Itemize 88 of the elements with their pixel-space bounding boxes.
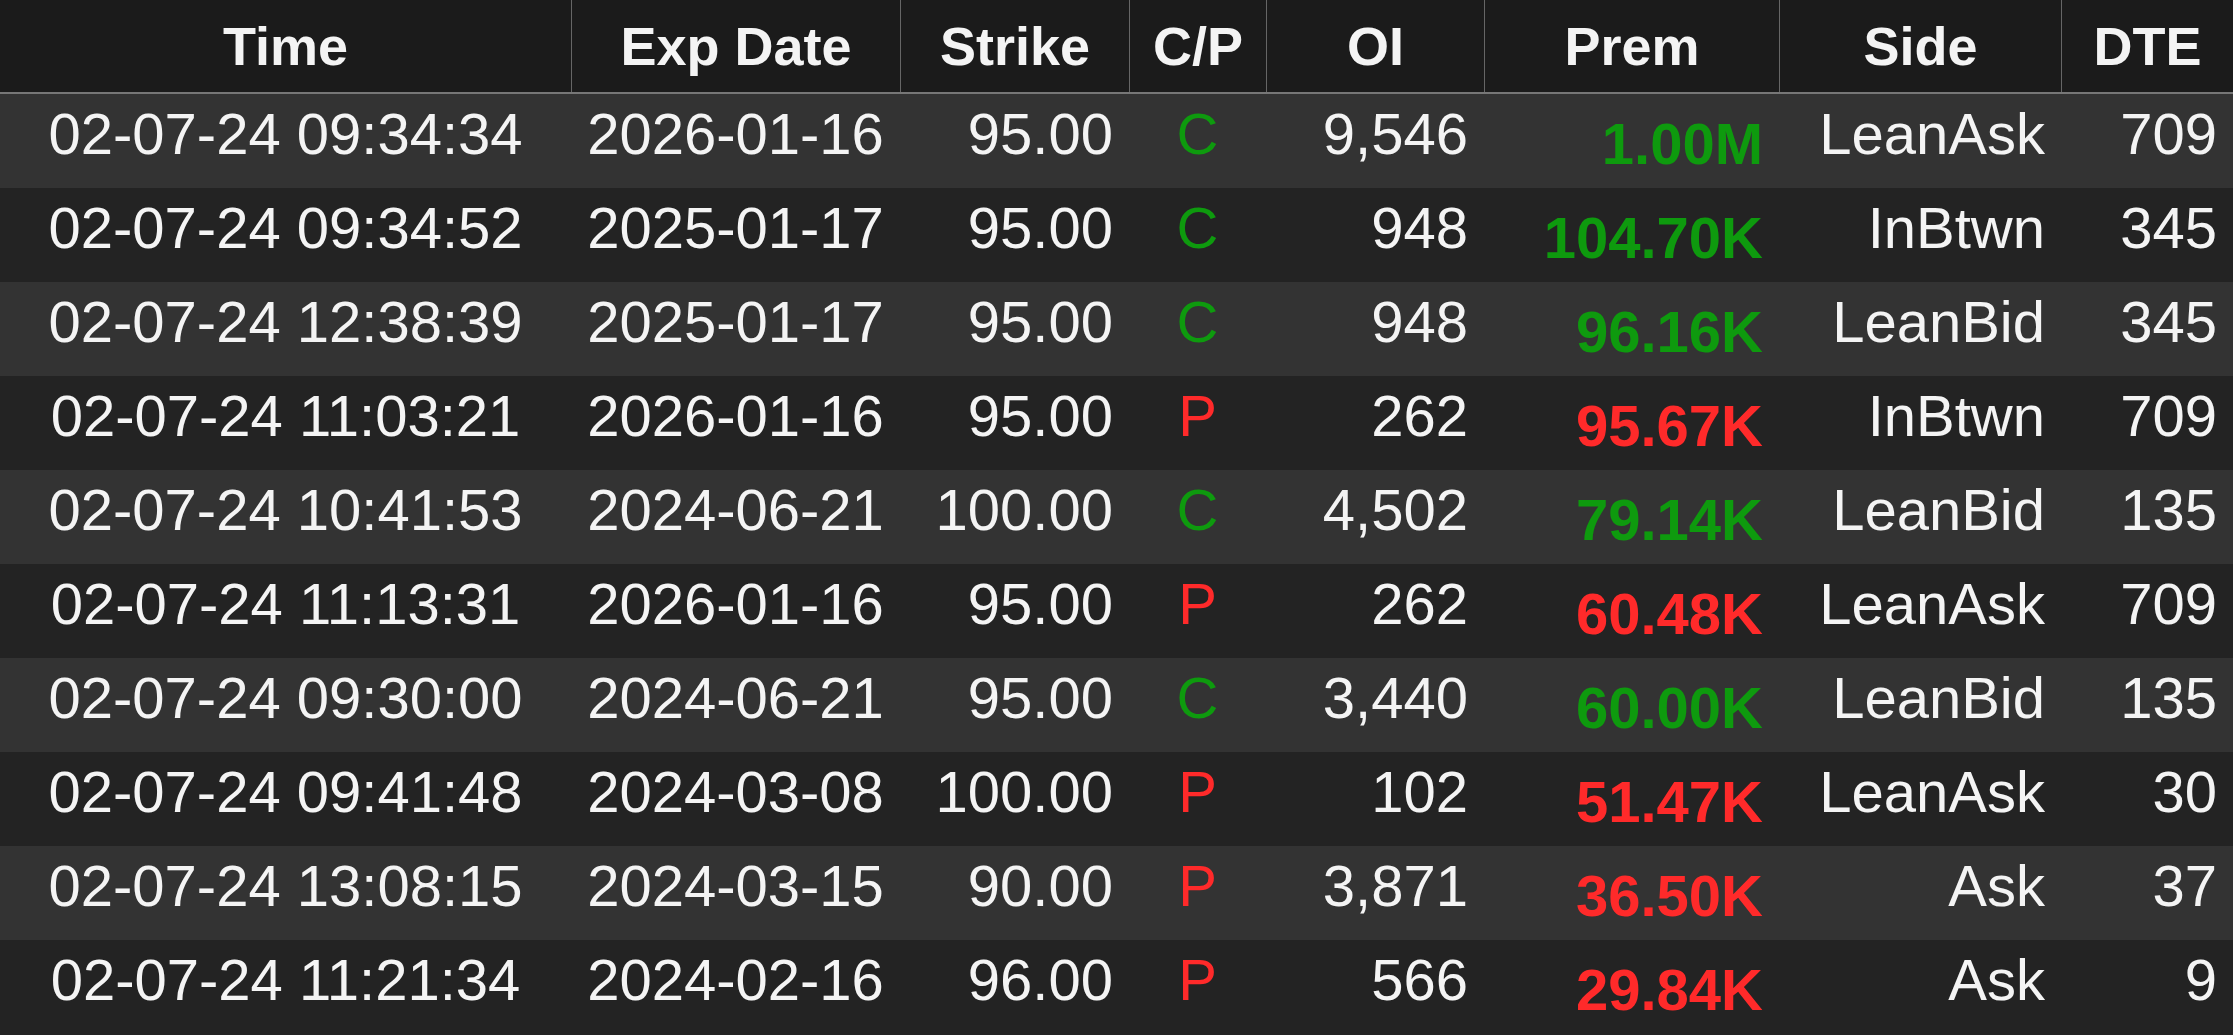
table-cell-text: LeanAsk <box>1818 100 2046 168</box>
table-cell-text: 95.00 <box>966 194 1114 262</box>
table-cell-text: 709 <box>2119 570 2218 638</box>
table-cell-text: 2026-01-16 <box>586 100 885 168</box>
table-cell-text: 2024-03-08 <box>586 758 885 826</box>
table-cell-text: LeanAsk <box>1818 570 2046 638</box>
table-cell-text: P <box>1177 758 1218 826</box>
table-cell-text: 2025-01-17 <box>586 288 885 356</box>
table-cell-text: 02-07-24 13:08:15 <box>47 852 524 920</box>
table-cell-text: Ask <box>1947 852 2046 920</box>
table-cell-text: 1.00M <box>1600 110 1764 178</box>
table-cell-text: 02-07-24 11:13:31 <box>49 570 522 638</box>
table-cell-text: 100.00 <box>934 758 1114 826</box>
table-cell-text: 9,546 <box>1321 100 1469 168</box>
table-cell-text: 02-07-24 12:38:39 <box>47 288 524 356</box>
table-cell-text: 4,502 <box>1321 476 1469 544</box>
table-cell-text: 95.00 <box>966 382 1114 450</box>
table-cell-text: 79.14K <box>1574 486 1764 554</box>
table-cell-text: 96.16K <box>1574 298 1764 366</box>
table-cell-text: 02-07-24 10:41:53 <box>47 476 524 544</box>
table-cell-text: 345 <box>2119 288 2218 356</box>
table-cell-text: 30 <box>2151 758 2218 826</box>
table-cell-text: 948 <box>1370 288 1469 356</box>
table-cell-text: 3,440 <box>1321 664 1469 732</box>
table-cell-text: 566 <box>1370 946 1469 1014</box>
column-header: Strike <box>900 0 1129 92</box>
column-header: C/P <box>1129 0 1266 92</box>
table-cell-text: InBtwn <box>1866 194 2046 262</box>
table-cell-text: C <box>1175 664 1220 732</box>
table-cell-text: 95.00 <box>966 288 1114 356</box>
table-cell-text: 9 <box>2183 946 2218 1014</box>
table-cell-text: 2026-01-16 <box>586 382 885 450</box>
table-cell-text: 2024-03-15 <box>586 852 885 920</box>
table-cell-text: 02-07-24 09:34:34 <box>47 100 524 168</box>
table-cell-text: InBtwn <box>1866 382 2046 450</box>
table-cell-text: 95.00 <box>966 664 1114 732</box>
table-cell-text: 90.00 <box>966 852 1114 920</box>
table-cell-text: 29.84K <box>1574 956 1764 1024</box>
table-cell-text: 102 <box>1370 758 1469 826</box>
table-cell-text: 02-07-24 11:03:21 <box>49 382 522 450</box>
table-cell-text: 709 <box>2119 100 2218 168</box>
table-cell-text: 3,871 <box>1321 852 1469 920</box>
table-cell-text: 262 <box>1370 570 1469 638</box>
table-cell-text: 135 <box>2119 664 2218 732</box>
table-cell-text: 2024-02-16 <box>586 946 885 1014</box>
table-cell-text: C <box>1175 288 1220 356</box>
table-cell-text: P <box>1177 570 1218 638</box>
table-cell-text: 02-07-24 09:34:52 <box>47 194 524 262</box>
table-cell-text: P <box>1177 382 1218 450</box>
column-header: Time <box>221 15 350 78</box>
table-cell-text: 135 <box>2119 476 2218 544</box>
table-cell-text: 51.47K <box>1574 768 1764 836</box>
table-cell-text: 2026-01-16 <box>586 570 885 638</box>
table-cell-text: 95.00 <box>966 100 1114 168</box>
table-cell-text: P <box>1177 852 1218 920</box>
table-cell-text: LeanBid <box>1831 476 2046 544</box>
column-header: OI <box>1266 0 1484 92</box>
column-header: Exp Date <box>571 0 900 92</box>
table-cell-text: 2024-06-21 <box>586 664 885 732</box>
table-cell-text: C <box>1175 476 1220 544</box>
column-header: DTE <box>2061 0 2233 92</box>
table-cell-text: 262 <box>1370 382 1469 450</box>
table-cell-text: LeanAsk <box>1818 758 2046 826</box>
table-cell-text: 02-07-24 09:41:48 <box>47 758 524 826</box>
table-cell-text: P <box>1177 946 1218 1014</box>
table-cell-text: 60.48K <box>1574 580 1764 648</box>
table-cell-text: 2024-06-21 <box>586 476 885 544</box>
table-cell-text: LeanBid <box>1831 288 2046 356</box>
table-cell-text: 60.00K <box>1574 674 1764 742</box>
column-header: Prem <box>1484 0 1779 92</box>
table-cell-text: LeanBid <box>1831 664 2046 732</box>
column-header: Side <box>1779 0 2061 92</box>
table-cell-text: C <box>1175 100 1220 168</box>
table-cell-text: 104.70K <box>1542 204 1764 272</box>
table-cell-text: C <box>1175 194 1220 262</box>
table-cell-text: 37 <box>2151 852 2218 920</box>
table-cell-text: 948 <box>1370 194 1469 262</box>
table-cell-text: 2025-01-17 <box>586 194 885 262</box>
table-cell-text: 709 <box>2119 382 2218 450</box>
table-cell-text: 36.50K <box>1574 862 1764 930</box>
table-cell-text: 95.67K <box>1574 392 1764 460</box>
table-cell-text: Ask <box>1947 946 2046 1014</box>
table-cell-text: 02-07-24 11:21:34 <box>49 946 522 1014</box>
table-cell-text: 96.00 <box>966 946 1114 1014</box>
table-cell-text: 100.00 <box>934 476 1114 544</box>
table-cell-text: 02-07-24 09:30:00 <box>47 664 524 732</box>
table-cell-text: 95.00 <box>966 570 1114 638</box>
table-cell-text: 345 <box>2119 194 2218 262</box>
